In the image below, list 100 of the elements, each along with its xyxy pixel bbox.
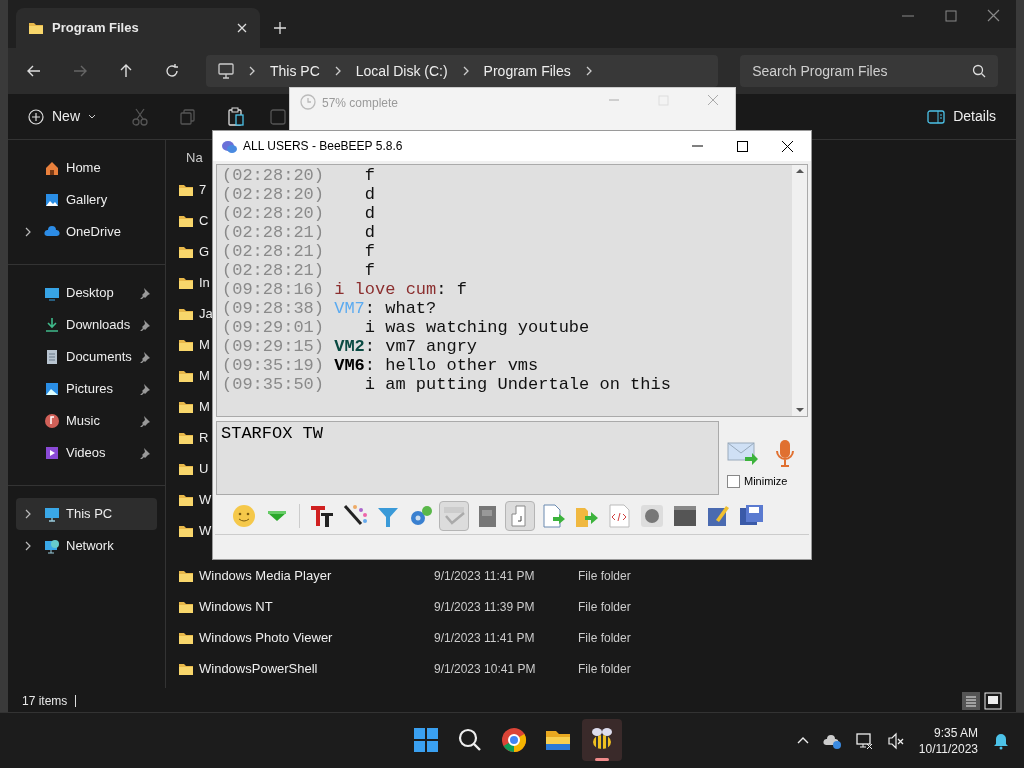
sender-name: VM2 bbox=[334, 337, 365, 356]
file-name[interactable]: In bbox=[199, 274, 210, 290]
chevron-icon bbox=[461, 66, 470, 76]
file-name[interactable]: M bbox=[199, 367, 210, 383]
back-icon[interactable] bbox=[26, 63, 42, 79]
volume-muted-icon[interactable] bbox=[886, 731, 905, 750]
tab[interactable]: Program Files bbox=[16, 8, 260, 48]
file-name[interactable]: U bbox=[199, 460, 209, 476]
pin-icon[interactable] bbox=[139, 351, 151, 363]
message-input[interactable]: STARFOX TW bbox=[216, 421, 719, 495]
file-name[interactable]: R bbox=[199, 429, 209, 445]
breadcrumb-item[interactable]: Local Disk (C:) bbox=[355, 60, 448, 82]
message-text: d bbox=[364, 185, 376, 204]
expand-icon[interactable] bbox=[24, 227, 32, 237]
message-text: f bbox=[364, 166, 376, 185]
bell-icon[interactable] bbox=[992, 731, 1010, 750]
scroll-down-icon[interactable] bbox=[795, 407, 804, 413]
sidebar-item[interactable]: Music bbox=[16, 405, 157, 437]
tiles-view-icon[interactable] bbox=[984, 691, 1002, 710]
up-icon[interactable] bbox=[118, 63, 134, 79]
pin-icon[interactable] bbox=[139, 447, 151, 459]
breadcrumb-item[interactable]: This PC bbox=[270, 60, 320, 82]
file-name[interactable]: Windows Photo Viewer bbox=[199, 629, 333, 645]
file-name[interactable]: W bbox=[199, 491, 212, 507]
taskbar-button[interactable] bbox=[582, 719, 622, 761]
scrollbar[interactable] bbox=[792, 165, 807, 416]
message-text: f bbox=[364, 261, 376, 280]
file-name[interactable]: M bbox=[199, 398, 210, 414]
timestamp: (09:28:16) bbox=[222, 280, 325, 299]
file-name[interactable]: Windows NT bbox=[199, 598, 273, 614]
expand-icon[interactable] bbox=[24, 541, 32, 551]
checkbox[interactable] bbox=[727, 474, 740, 488]
videos-icon bbox=[44, 445, 60, 461]
sidebar-item[interactable]: Pictures bbox=[16, 373, 157, 405]
sidebar-item[interactable]: Home bbox=[16, 152, 157, 184]
details-button[interactable]: Details bbox=[927, 106, 996, 127]
file-type: File folder bbox=[578, 567, 631, 585]
timestamp: (09:35:50) bbox=[222, 375, 325, 394]
breadcrumb-item[interactable]: Program Files bbox=[483, 60, 571, 82]
microphone-icon[interactable] bbox=[773, 439, 797, 467]
file-name[interactable]: C bbox=[199, 212, 209, 228]
computer-icon bbox=[218, 63, 234, 79]
chevron-icon bbox=[248, 66, 256, 76]
pin-icon[interactable] bbox=[139, 287, 151, 299]
file-name[interactable]: Windows Media Player bbox=[199, 567, 332, 583]
file-name[interactable]: WindowsPowerShell bbox=[199, 660, 318, 676]
sidebar-item[interactable]: This PC bbox=[16, 498, 157, 530]
document-icon bbox=[44, 349, 60, 365]
close-icon[interactable] bbox=[782, 140, 793, 152]
pin-icon[interactable] bbox=[139, 415, 151, 427]
file-name[interactable]: G bbox=[199, 243, 210, 259]
window-title: ALL USERS - BeeBEEP 5.8.6 bbox=[243, 138, 404, 155]
pin-icon[interactable] bbox=[139, 319, 151, 331]
details-pane-icon bbox=[927, 109, 946, 124]
file-name[interactable]: W bbox=[199, 522, 212, 538]
clipboard-icon[interactable] bbox=[228, 106, 244, 127]
scroll-up-icon[interactable] bbox=[795, 168, 804, 174]
new-button[interactable]: New bbox=[28, 106, 96, 127]
forward-icon[interactable] bbox=[72, 63, 88, 79]
expand-icon[interactable] bbox=[24, 509, 32, 519]
sender-name: i love cum bbox=[334, 280, 437, 299]
column-header[interactable]: Na bbox=[186, 148, 203, 168]
sidebar-item[interactable]: Gallery bbox=[16, 184, 157, 216]
pin-icon[interactable] bbox=[139, 383, 151, 395]
sidebar-item[interactable]: Videos bbox=[16, 437, 157, 469]
new-tab-icon[interactable] bbox=[274, 22, 286, 34]
sidebar-item[interactable]: OneDrive bbox=[16, 216, 157, 248]
file-name[interactable]: Ja bbox=[199, 305, 213, 321]
network-icon[interactable] bbox=[854, 731, 873, 750]
monitor-icon bbox=[44, 506, 60, 522]
timestamp: (02:28:21) bbox=[222, 261, 325, 280]
sidebar-item[interactable]: Documents bbox=[16, 341, 157, 373]
message-text: : f bbox=[436, 280, 467, 299]
chevron-icon bbox=[333, 66, 342, 76]
folder-icon bbox=[28, 20, 44, 36]
desktop-icon bbox=[44, 285, 60, 301]
maximize-icon[interactable] bbox=[737, 140, 748, 152]
caret-icon bbox=[88, 113, 96, 120]
sidebar-item[interactable]: Network bbox=[16, 530, 157, 562]
clock[interactable]: 9:35 AM 10/11/2023 bbox=[918, 724, 978, 757]
dialog-title: 57% complete bbox=[322, 95, 400, 112]
file-date: 9/1/2023 10:41 PM bbox=[434, 660, 537, 678]
chevron-icon[interactable] bbox=[584, 66, 593, 76]
download-icon bbox=[44, 317, 60, 333]
timestamp: (02:28:20) bbox=[222, 204, 325, 223]
sender-name: VM7 bbox=[334, 299, 365, 318]
chevron-up-icon[interactable] bbox=[796, 736, 809, 745]
search-field[interactable]: Search Program Files bbox=[740, 55, 998, 87]
search-icon[interactable] bbox=[972, 64, 986, 78]
file-date: 9/1/2023 11:41 PM bbox=[434, 629, 536, 647]
refresh-icon[interactable] bbox=[164, 63, 180, 79]
list-view-icon[interactable] bbox=[962, 691, 980, 710]
file-name[interactable]: 7 bbox=[199, 181, 207, 197]
timestamp: (09:35:19) bbox=[222, 356, 325, 375]
sidebar-item[interactable]: Downloads bbox=[16, 309, 157, 341]
address-bar[interactable]: This PC Local Disk (C:) Program Files bbox=[206, 55, 719, 87]
timestamp: (02:28:21) bbox=[222, 242, 325, 261]
file-name[interactable]: M bbox=[199, 336, 210, 352]
sidebar-item[interactable]: Desktop bbox=[16, 277, 157, 309]
message-text: : hello other vms bbox=[364, 356, 539, 375]
